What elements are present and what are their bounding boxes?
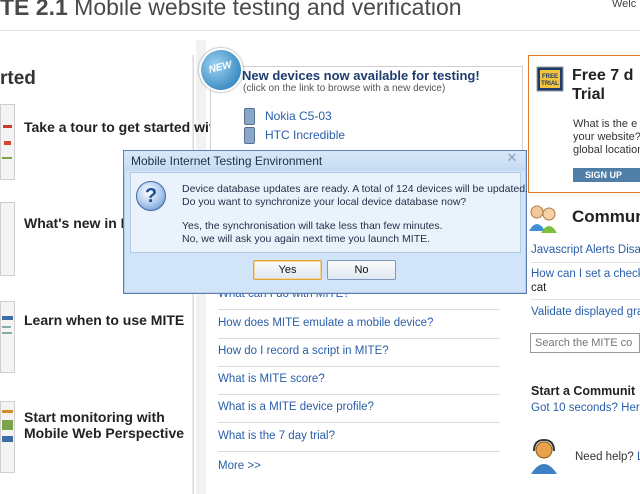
tour-icon [2, 125, 12, 159]
svg-text:TRIAL: TRIAL [541, 81, 559, 87]
faq-item[interactable]: How do I record a script in MITE? [218, 338, 500, 367]
faq-link[interactable]: What is MITE score? [218, 373, 325, 385]
divider [531, 262, 640, 263]
dialog-message: Do you want to synchronize your local de… [182, 196, 467, 208]
need-help-label: Need help? [575, 451, 634, 463]
tour-thumbnail[interactable] [0, 104, 15, 180]
question-icon: ? [136, 181, 166, 211]
getting-started-heading: rted [0, 68, 36, 89]
new-devices-subtitle: (click on the link to browse with a new … [243, 83, 446, 94]
page-title-version: TE 2.1 [0, 0, 68, 20]
community-category: cat [531, 282, 547, 294]
divider [531, 299, 640, 300]
start-community-title: Start a Communit [531, 384, 636, 398]
header-divider [0, 30, 640, 31]
left-item-monitoring[interactable]: Start monitoring with Mobile Web Perspec… [24, 409, 194, 441]
community-search-input[interactable] [530, 333, 640, 353]
free-trial-title-line: Free 7 d [572, 67, 634, 84]
no-button[interactable]: No [327, 260, 396, 280]
free-trial-title: Free 7 d Trial [572, 66, 633, 104]
free-trial-desc-line: your website? [573, 131, 640, 143]
faq-more-link[interactable]: More >> [218, 460, 261, 472]
faq-link[interactable]: What is a MITE device profile? [218, 401, 374, 413]
new-devices-title: New devices now available for testing! [242, 68, 480, 83]
monitoring-icon [2, 410, 13, 442]
learn-icon [2, 316, 13, 334]
faq-item[interactable]: How does MITE emulate a mobile device? [218, 310, 500, 339]
support-agent-icon [531, 438, 557, 474]
community-link[interactable]: Validate displayed gra [531, 306, 640, 318]
monitoring-thumbnail[interactable] [0, 401, 15, 473]
community-people-icon [529, 205, 557, 233]
left-item-learn[interactable]: Learn when to use MITE [24, 312, 184, 328]
free-trial-desc-line: global location [573, 144, 640, 156]
dialog-message: Yes, the synchronisation will take less … [182, 220, 443, 232]
yes-button[interactable]: Yes [253, 260, 322, 280]
faq-item[interactable]: What is the 7 day trial? [218, 423, 500, 452]
page-title-text: Mobile website testing and verification [74, 0, 462, 20]
faq-link[interactable]: What is the 7 day trial? [218, 430, 335, 442]
start-community-link[interactable]: Got 10 seconds? Her [531, 402, 640, 414]
close-icon[interactable]: ✕ [505, 151, 519, 165]
community-title: Commun [572, 207, 640, 226]
faq-link[interactable]: How does MITE emulate a mobile device? [218, 317, 433, 329]
free-trial-desc-line: What is the e [573, 118, 638, 130]
page-title: TE 2.1 Mobile website testing and verifi… [0, 0, 462, 21]
learn-thumbnail[interactable] [0, 301, 15, 373]
faq-item[interactable]: What is a MITE device profile? [218, 394, 500, 423]
device-link-nokia[interactable]: Nokia C5-03 [265, 109, 332, 123]
phone-icon [244, 127, 255, 144]
svg-text:FREE: FREE [542, 74, 558, 80]
dialog-message: Device database updates are ready. A tot… [182, 183, 528, 195]
left-item-whats-new[interactable]: What's new in M [24, 215, 132, 231]
whats-new-thumbnail[interactable] [0, 202, 15, 276]
sign-up-button[interactable]: SIGN UP [573, 168, 640, 182]
free-trial-description: What is the e your website? global locatio… [573, 118, 640, 157]
new-badge-label: NEW [207, 59, 234, 76]
free-trial-icon: FREE TRIAL [536, 66, 564, 92]
dialog-message: No, we will ask you again next time you … [182, 233, 431, 245]
community-link[interactable]: Javascript Alerts Disa [531, 244, 640, 256]
faq-item[interactable]: What is MITE score? [218, 366, 500, 395]
device-link-htc[interactable]: HTC Incredible [265, 128, 345, 142]
phone-icon [244, 108, 255, 125]
community-link[interactable]: How can I set a check [531, 268, 640, 280]
dialog-title: Mobile Internet Testing Environment [131, 154, 323, 168]
need-help-text: Need help? L [575, 451, 640, 463]
free-trial-title-line: Trial [572, 86, 605, 103]
welcome-text: Welc [612, 0, 637, 10]
faq-link[interactable]: How do I record a script in MITE? [218, 345, 389, 357]
